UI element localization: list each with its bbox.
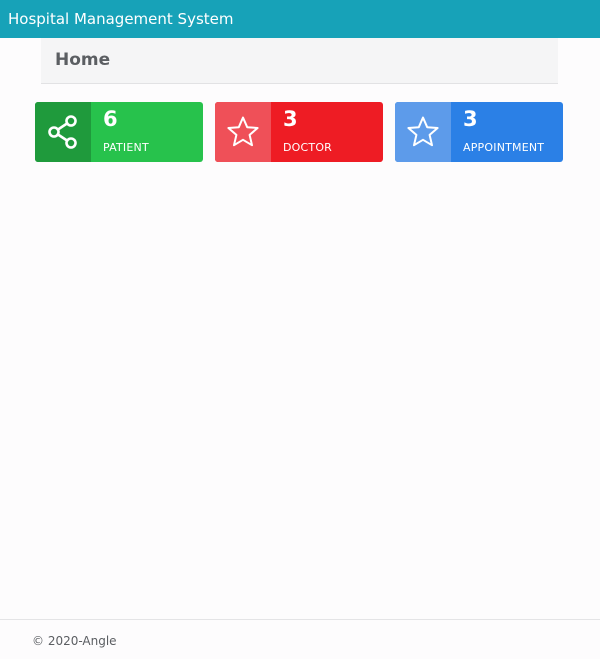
appointment-count: 3	[463, 107, 478, 131]
doctor-count: 3	[283, 107, 298, 131]
appointment-label: APPOINTMENT	[463, 141, 545, 154]
footer: © 2020-Angle	[0, 619, 600, 659]
share-icon	[48, 115, 77, 149]
copyright-text: © 2020-Angle	[32, 634, 117, 648]
patient-icon-box	[35, 102, 91, 162]
star-icon	[227, 116, 259, 147]
star-icon	[407, 116, 439, 147]
top-navbar: Hospital Management System	[0, 0, 600, 38]
breadcrumb: Home	[41, 38, 558, 84]
doctor-card[interactable]: 3 DOCTOR	[215, 102, 383, 162]
patient-label: PATIENT	[103, 141, 149, 154]
page-title: Home	[55, 50, 111, 70]
appointment-card[interactable]: 3 APPOINTMENT	[395, 102, 563, 162]
appointment-icon-box	[395, 102, 451, 162]
patient-card[interactable]: 6 PATIENT	[35, 102, 203, 162]
doctor-label: DOCTOR	[283, 141, 333, 154]
patient-info: 6 PATIENT	[91, 102, 203, 162]
stat-cards: 6 PATIENT 3 DOCTOR 3 APPOINTMENT	[35, 102, 563, 162]
app-title[interactable]: Hospital Management System	[8, 10, 233, 28]
appointment-info: 3 APPOINTMENT	[451, 102, 563, 162]
doctor-icon-box	[215, 102, 271, 162]
doctor-info: 3 DOCTOR	[271, 102, 383, 162]
patient-count: 6	[103, 107, 118, 131]
